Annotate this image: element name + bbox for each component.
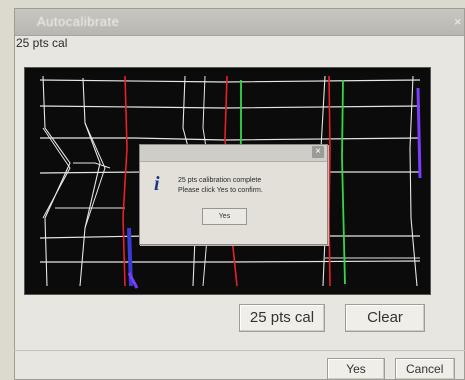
popup-close-icon[interactable]: ×: [312, 146, 324, 158]
popup-message: 25 pts calibration complete Please click…: [178, 176, 323, 196]
popup-yes-button[interactable]: Yes: [202, 208, 247, 225]
grid-line-v2: [79, 77, 101, 287]
yes-button[interactable]: Yes: [327, 358, 385, 380]
grid-line-h6: [40, 260, 421, 263]
purple-line-right: [416, 87, 422, 179]
grid-line-v9: [409, 75, 418, 287]
grid-line-v1: [42, 75, 71, 287]
clear-button[interactable]: Clear: [345, 304, 425, 332]
info-icon: i: [154, 173, 160, 195]
cancel-button[interactable]: Cancel: [395, 358, 455, 380]
popup-message-line1: 25 pts calibration complete: [178, 177, 262, 184]
popup-message-line2: Please click Yes to confirm.: [178, 187, 263, 194]
red-line-right: [328, 75, 331, 287]
calibration-mode-label: 25 pts cal: [16, 36, 68, 50]
grid-line-h1: [39, 79, 421, 83]
window-title: Autocalibrate: [37, 14, 120, 29]
confirmation-popup: × i 25 pts calibration complete Please c…: [139, 144, 328, 245]
cal-25pts-button[interactable]: 25 pts cal: [239, 304, 325, 332]
grid-line-h3: [40, 137, 421, 141]
red-line-left: [122, 75, 128, 287]
close-icon[interactable]: ×: [454, 12, 464, 32]
green-line-right: [341, 79, 346, 285]
window-titlebar[interactable]: Autocalibrate ×: [15, 9, 464, 36]
grid-line-h2: [39, 105, 421, 109]
popup-titlebar[interactable]: ×: [140, 145, 327, 162]
footer-separator: [14, 350, 465, 351]
grid-line-v5: [84, 122, 106, 229]
